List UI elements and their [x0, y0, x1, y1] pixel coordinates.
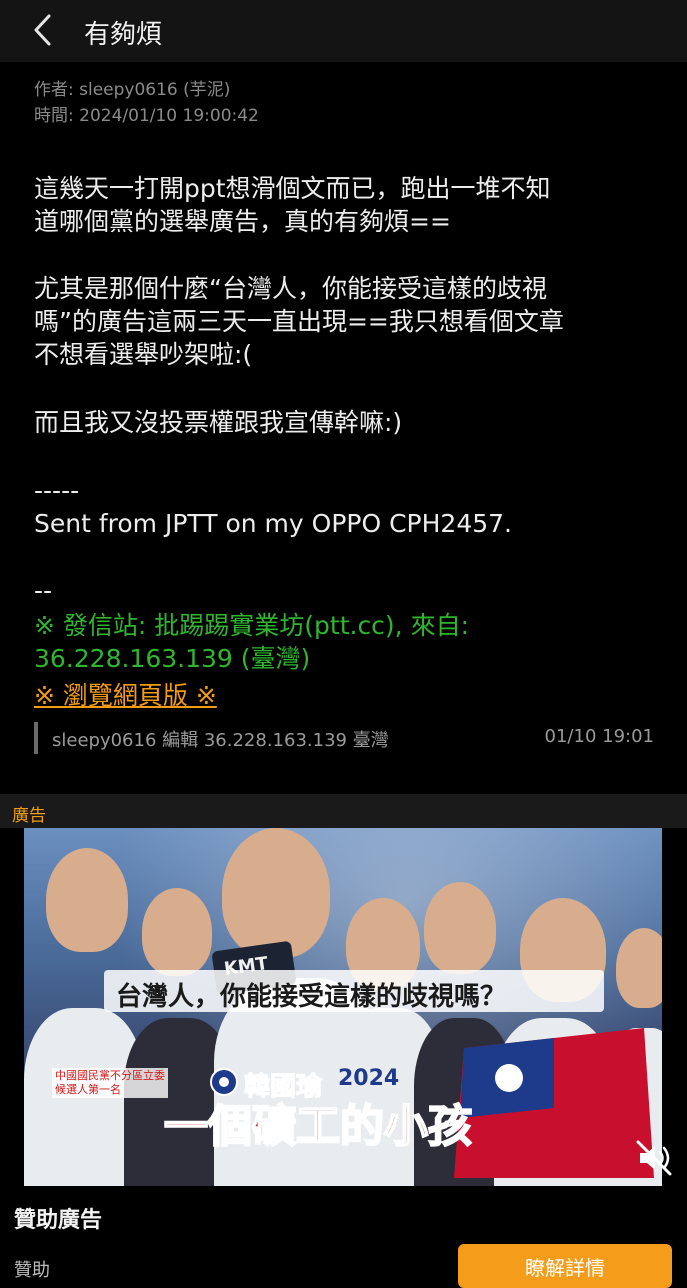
site-info-line-1: ※ 發信站: 批踢踢實業坊(ptt.cc), 來自:	[34, 611, 469, 640]
body-paragraph-3: 而且我又沒投票權跟我宣傳幹嘛:)	[34, 408, 403, 437]
shirt-year: 2024	[338, 1066, 400, 1091]
edit-record: sleepy0616 編輯 36.228.163.139 臺灣 01/10 19…	[34, 720, 654, 754]
top-bar: 有夠煩	[0, 0, 687, 62]
signature-separator: --	[34, 576, 53, 605]
speaker-muted-icon	[636, 1140, 672, 1176]
body-paragraph-1: 這幾天一打開ppt想滑個文而已，跑出一堆不知 道哪個黨的選舉廣告，真的有夠煩==	[34, 172, 644, 238]
ad-header: 廣告	[0, 794, 687, 828]
person-7-head	[616, 928, 662, 1008]
signature-dashes: -----	[34, 476, 80, 505]
candidate-subtitle-line: 候選人第一名	[55, 1083, 121, 1096]
author-line: 作者: sleepy0616 (芋泥)	[34, 80, 231, 100]
chevron-left-icon	[34, 14, 51, 46]
edit-text: sleepy0616 編輯 36.228.163.139 臺灣	[52, 730, 389, 751]
edit-time: 01/10 19:01	[544, 726, 654, 747]
mute-button[interactable]	[632, 1136, 676, 1180]
speaker-head	[222, 828, 330, 958]
web-version-link[interactable]: ※ 瀏覽網頁版 ※	[34, 676, 217, 712]
person-2-head	[142, 888, 212, 976]
ad-video[interactable]: KMT 台灣人，你能接受這樣的歧視嗎？ 中國國民黨不分區立委 候選人第一名 韓國…	[24, 828, 662, 1186]
sponsor-heading: 贊助廣告	[14, 1208, 103, 1233]
ad-caption-title: 一個礦工的小孩	[163, 1100, 473, 1153]
body-paragraph-2: 尤其是那個什麼“台灣人，你能接受這樣的歧視 嗎”的廣告這兩三天一直出現==我只想…	[34, 272, 644, 371]
ad-label: 廣告	[12, 806, 46, 826]
back-button[interactable]	[22, 10, 62, 50]
candidate-subtitle: 中國國民黨不分區立委 候選人第一名	[52, 1068, 168, 1098]
person-left-head	[46, 848, 128, 952]
body-line: 道哪個黨的選舉廣告，真的有夠煩==	[34, 207, 451, 236]
body-line: 嗎”的廣告這兩三天一直出現==我只想看個文章	[34, 307, 564, 336]
edit-quote-bar	[34, 722, 38, 754]
learn-more-button[interactable]: 瞭解詳情	[458, 1244, 672, 1288]
time-line: 時間: 2024/01/10 19:00:42	[34, 106, 259, 126]
candidate-subtitle-line: 中國國民黨不分區立委	[55, 1069, 165, 1082]
signature-sent-from: Sent from JPTT on my OPPO CPH2457.	[34, 509, 513, 538]
flag-graphic	[454, 1028, 654, 1178]
sponsor-label: 贊助	[14, 1260, 50, 1281]
page-title: 有夠煩	[84, 20, 163, 50]
body-line: 尤其是那個什麼“台灣人，你能接受這樣的歧視	[34, 274, 547, 303]
person-5-head	[424, 882, 496, 974]
ad-caption-question: 台灣人，你能接受這樣的歧視嗎？	[116, 982, 507, 1012]
site-info-line-2: 36.228.163.139 (臺灣)	[34, 644, 311, 673]
body-line: 這幾天一打開ppt想滑個文而已，跑出一堆不知	[34, 174, 551, 203]
body-line: 不想看選舉吵架啦:(	[34, 340, 253, 369]
